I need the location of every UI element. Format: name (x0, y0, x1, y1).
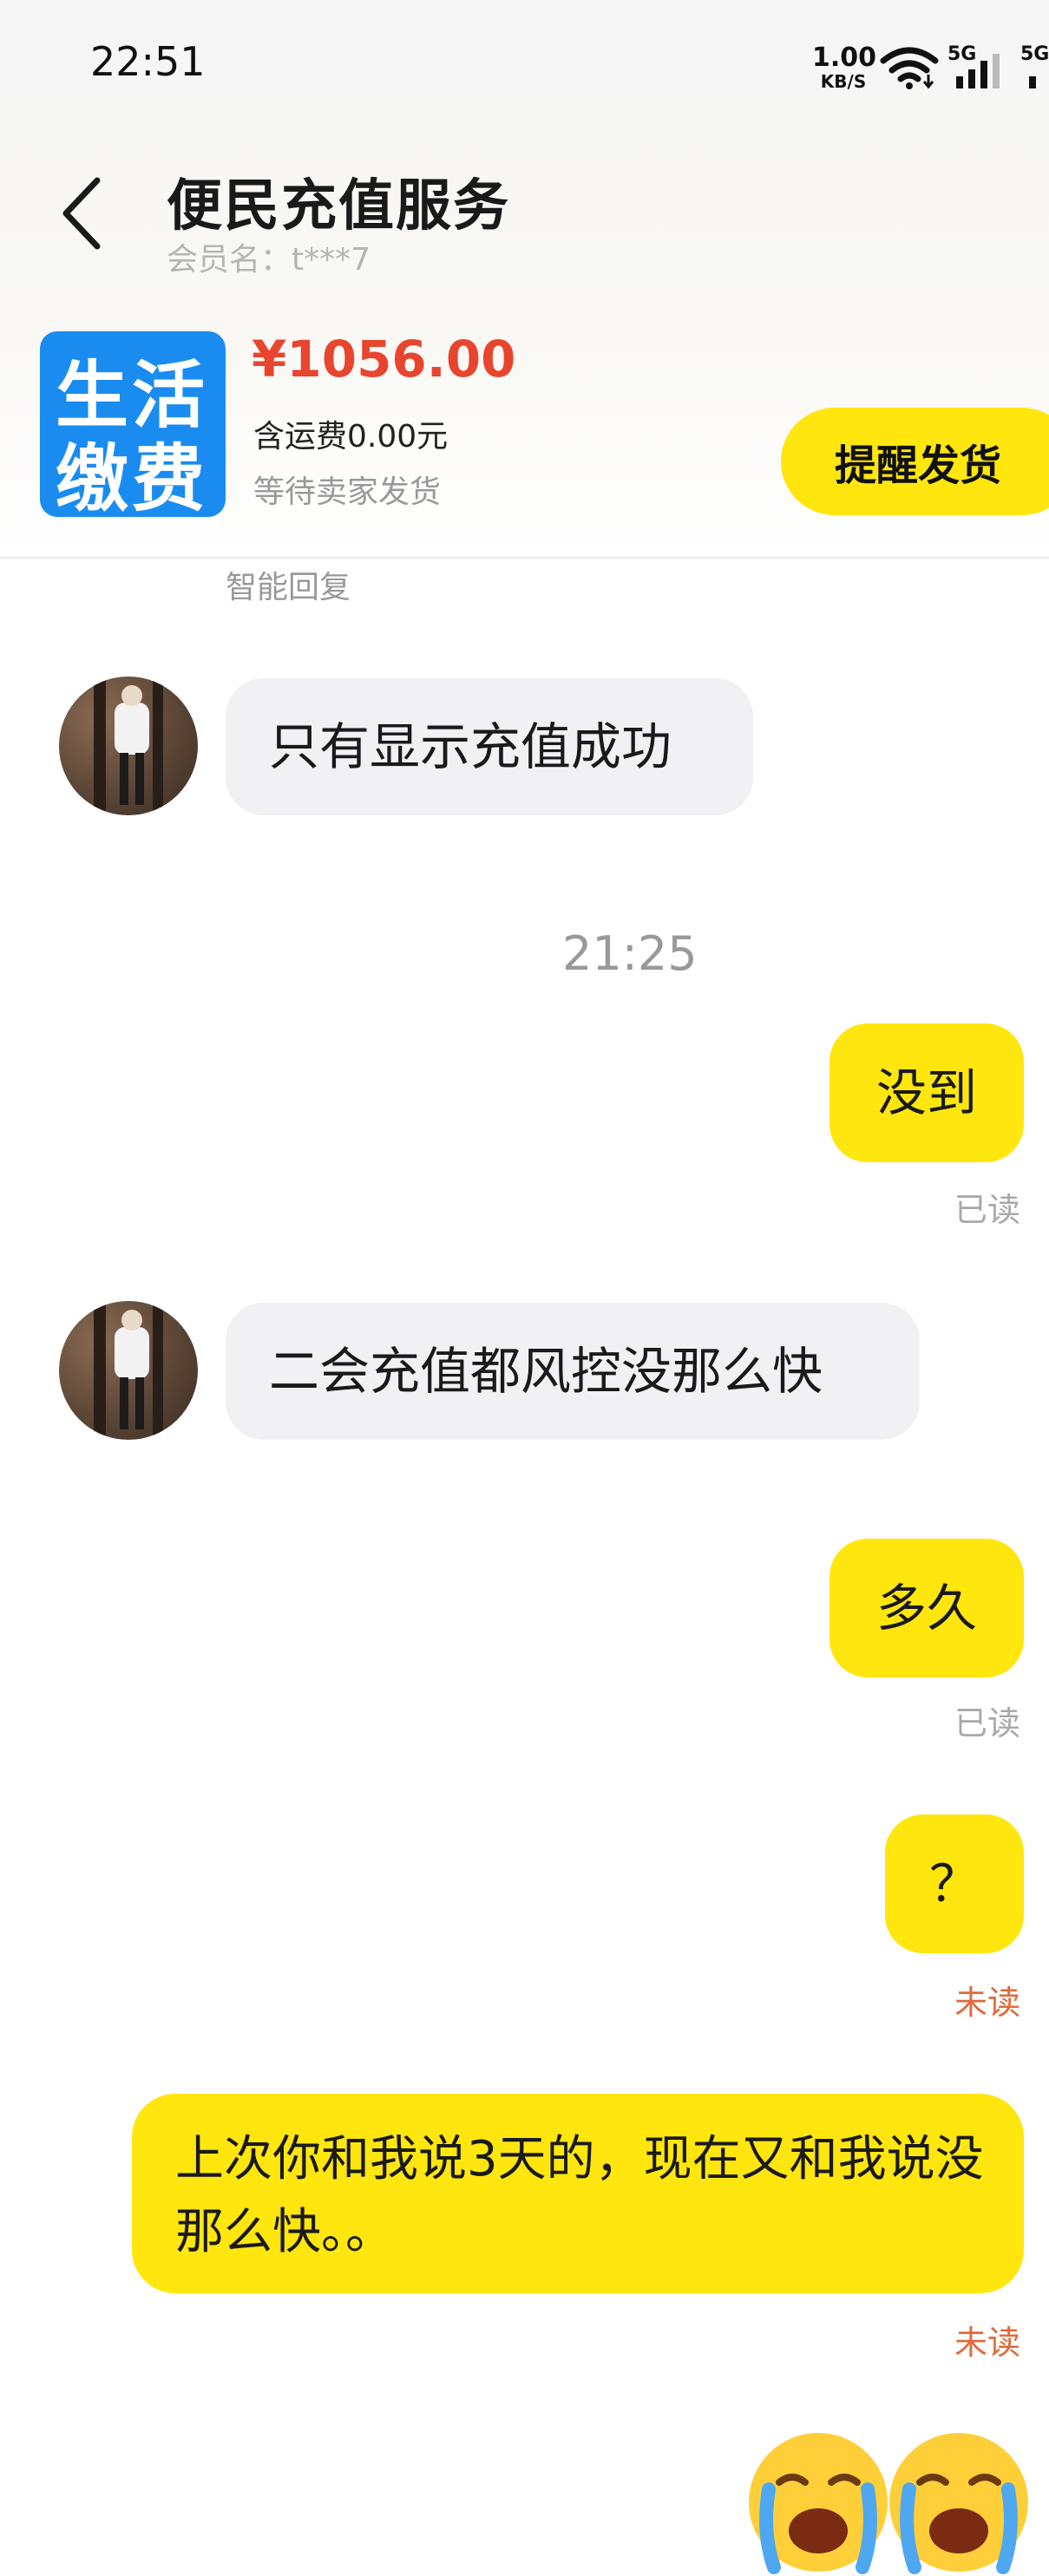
chat-timestamp: 21:25 (562, 926, 698, 981)
message-bubble-outgoing[interactable]: ？ (885, 1814, 1024, 1953)
message-bubble-outgoing-long[interactable]: 上次你和我说3天的，现在又和我说没那么快。。 (132, 2094, 1024, 2293)
message-bubble-incoming[interactable]: 只有显示充值成功 (226, 678, 753, 815)
signal-icon-2: 5G (1020, 43, 1049, 88)
unread-receipt: 未读 (954, 1984, 1021, 2022)
remind-shipping-button[interactable]: 提醒发货 (781, 408, 1049, 515)
network-speed-unit: KB/S (820, 71, 867, 92)
message-text: 没到 (875, 1062, 977, 1122)
status-time: 22:51 (90, 38, 206, 85)
message-text: 上次你和我说3天的，现在又和我说没那么快。。 (175, 2131, 984, 2260)
wifi-icon (880, 47, 939, 89)
smart-reply-label: 智能回复 (226, 570, 351, 605)
order-status: 等待卖家发货 (253, 474, 442, 510)
back-arrow-icon[interactable] (56, 173, 108, 253)
chat-header (0, 139, 1049, 286)
order-thumbnail[interactable]: 生活 缴费 (40, 331, 226, 517)
message-bubble-incoming[interactable]: 二会充值都风控没那么快 (226, 1303, 920, 1440)
message-text: 二会充值都风控没那么快 (269, 1341, 823, 1401)
divider (0, 557, 1049, 559)
message-bubble-outgoing[interactable]: 多久 (829, 1539, 1024, 1677)
message-text: 多久 (875, 1578, 977, 1638)
message-text: ？ (928, 1854, 980, 1913)
member-name: 会员名：t***7 (167, 242, 371, 278)
avatar[interactable] (59, 677, 198, 815)
shipping-fee: 含运费0.00元 (253, 419, 449, 454)
thumbnail-text-line1: 生活 (56, 353, 209, 438)
avatar[interactable] (59, 1301, 198, 1440)
message-bubble-outgoing[interactable]: 没到 (829, 1023, 1024, 1162)
read-receipt: 已读 (954, 1704, 1021, 1742)
crying-emoji-icon[interactable] (744, 2429, 892, 2576)
network-speed-value: 1.00 (812, 42, 877, 73)
crying-emoji-icon[interactable] (885, 2429, 1033, 2576)
read-receipt: 已读 (954, 1191, 1021, 1229)
message-text: 只有显示充值成功 (269, 716, 672, 776)
status-bar: 22:51 1.00 KB/S 5G 5G (0, 0, 1049, 139)
network-speed: 1.00 KB/S (812, 42, 877, 92)
thumbnail-text-line2: 缴费 (56, 436, 209, 517)
signal-icon-1: 5G (947, 43, 1003, 88)
unread-receipt: 未读 (954, 2324, 1021, 2362)
shop-title: 便民充值服务 (167, 174, 510, 239)
order-price: ¥1056.00 (252, 330, 516, 389)
